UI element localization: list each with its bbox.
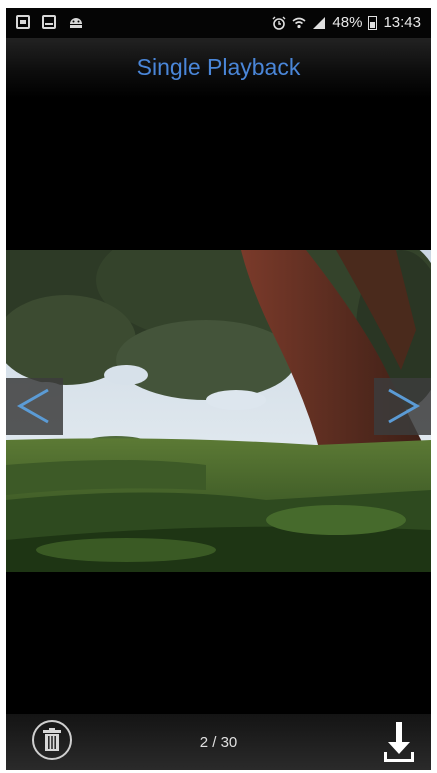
status-bar-left <box>16 15 84 29</box>
page-counter: 2 / 30 <box>199 734 238 751</box>
alarm-icon <box>272 16 286 30</box>
signal-icon <box>312 16 326 30</box>
bottom-toolbar: 2 / 30 <box>6 714 431 770</box>
mail-icon <box>42 15 56 29</box>
next-button[interactable] <box>374 378 431 435</box>
chevron-right-icon <box>388 388 421 424</box>
battery-icon <box>368 15 378 30</box>
previous-button[interactable] <box>6 378 63 435</box>
wifi-icon <box>292 16 306 30</box>
battery-percent: 48% <box>332 14 363 31</box>
status-bar: 48% 13:43 <box>6 8 431 38</box>
download-button[interactable] <box>381 718 417 766</box>
chevron-left-icon <box>16 388 49 424</box>
page-title: Single Playback <box>136 54 301 80</box>
phone-screen: 48% 13:43 Single Playback 2 / 30 <box>6 8 431 770</box>
android-icon <box>68 15 84 29</box>
title-bar: Single Playback <box>6 38 431 98</box>
download-icon <box>384 722 414 762</box>
gallery-icon <box>16 15 30 29</box>
status-bar-right: 48% 13:43 <box>272 14 421 31</box>
clock: 13:43 <box>383 14 421 31</box>
playback-image <box>6 250 431 572</box>
